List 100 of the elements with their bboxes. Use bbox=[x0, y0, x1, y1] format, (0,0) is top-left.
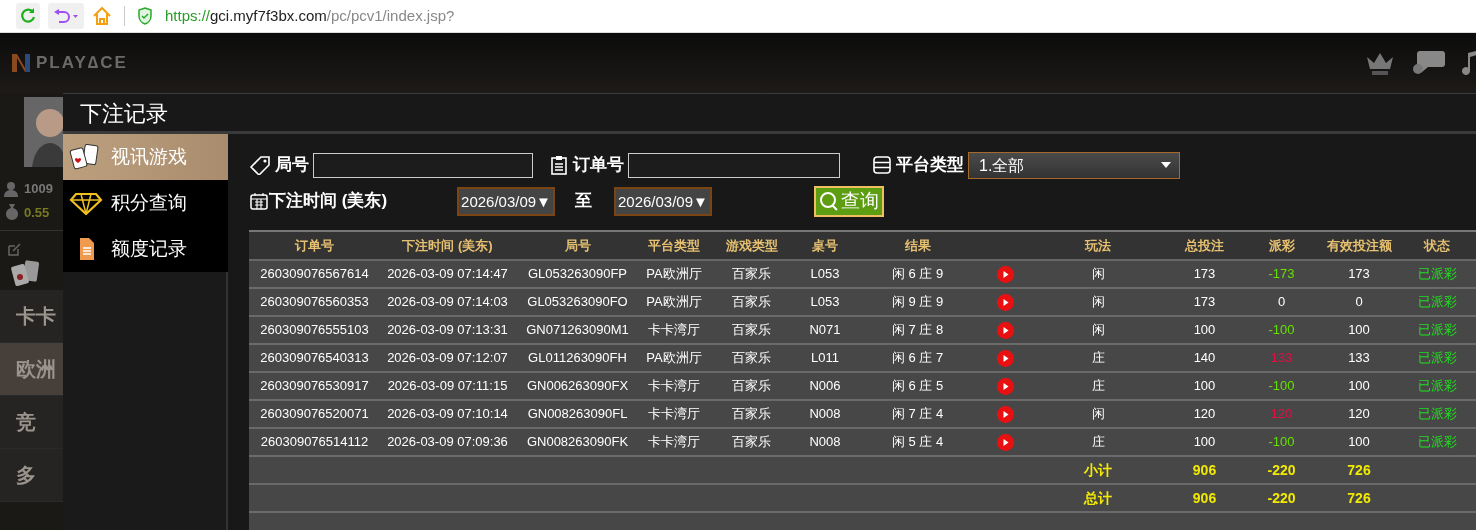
total-bet: 173 bbox=[1193, 294, 1216, 310]
order-field[interactable] bbox=[628, 152, 840, 178]
round-label: 局号 bbox=[275, 154, 309, 177]
total-bet: 173 bbox=[1193, 266, 1216, 282]
bet-time: 2026-03-09 07:11:15 bbox=[387, 378, 508, 394]
game-type: 百家乐 bbox=[732, 434, 771, 450]
total-bet: 100 bbox=[1193, 434, 1216, 450]
order-number: 260309076555103 bbox=[260, 322, 369, 338]
bet-time: 2026-03-09 07:14:03 bbox=[387, 294, 508, 310]
status: 已派彩 bbox=[1417, 266, 1457, 282]
round-number: GN008263090FL bbox=[527, 406, 628, 422]
bet-option: 庄 bbox=[1091, 378, 1105, 394]
user-icon bbox=[4, 180, 20, 197]
status: 已派彩 bbox=[1417, 378, 1457, 394]
menu-tab[interactable]: 额度记录 bbox=[63, 226, 228, 272]
undo-icon bbox=[53, 8, 79, 24]
platform-type: PA欧洲厅 bbox=[646, 266, 702, 282]
play-icon[interactable] bbox=[996, 406, 1014, 424]
bet-option: 闲 bbox=[1091, 322, 1105, 338]
address-bar-url[interactable]: https://gci.myf7f3bx.com/pc/pcv1/index.jsp? bbox=[165, 4, 455, 28]
result: 闲 6 庄 9 bbox=[891, 266, 944, 282]
status: 已派彩 bbox=[1417, 434, 1457, 450]
platform-select[interactable]: 1.全部 bbox=[968, 151, 1180, 179]
status: 已派彩 bbox=[1417, 322, 1457, 338]
total-bet: 100 bbox=[1193, 322, 1216, 338]
start-date-select[interactable]: 2026/03/09▼ bbox=[457, 186, 555, 216]
valid-bet: 133 bbox=[1348, 350, 1370, 366]
total-payout: -220 bbox=[1267, 489, 1296, 506]
game-type: 百家乐 bbox=[732, 378, 771, 394]
table-number: L053 bbox=[810, 266, 840, 282]
search-icon bbox=[818, 191, 839, 211]
round-number: GN006263090FX bbox=[526, 378, 629, 394]
table-number: L053 bbox=[810, 294, 840, 310]
column-header: 下注时间 (美东) bbox=[402, 237, 493, 253]
bet-time: 2026-03-09 07:13:31 bbox=[387, 322, 508, 338]
refresh-button[interactable] bbox=[16, 3, 40, 29]
play-icon[interactable] bbox=[996, 434, 1014, 452]
bet-option: 庄 bbox=[1091, 434, 1105, 450]
game-type: 百家乐 bbox=[732, 266, 771, 282]
back-button[interactable] bbox=[48, 3, 84, 29]
play-icon[interactable] bbox=[996, 322, 1014, 340]
valid-bet: 100 bbox=[1348, 322, 1370, 338]
result: 闲 7 庄 4 bbox=[891, 406, 944, 422]
total-label: 小计 bbox=[1084, 461, 1112, 478]
user-id: 1009 bbox=[24, 180, 53, 198]
to-label: 至 bbox=[574, 190, 592, 213]
play-icon[interactable] bbox=[996, 350, 1014, 368]
bet-time: 2026-03-09 07:14:47 bbox=[387, 266, 508, 282]
result: 闲 6 庄 7 bbox=[891, 350, 944, 366]
refresh-icon bbox=[19, 7, 37, 25]
valid-bet: 120 bbox=[1348, 406, 1370, 422]
shield-icon bbox=[137, 7, 153, 25]
total-label: 总计 bbox=[1084, 489, 1112, 506]
result: 闲 5 庄 4 bbox=[891, 434, 944, 450]
clipboard-icon bbox=[549, 155, 569, 175]
menu-item[interactable]: 多 bbox=[16, 460, 36, 490]
order-label: 订单号 bbox=[573, 154, 624, 177]
table-number: N008 bbox=[809, 406, 841, 422]
round-number: GN008263090FK bbox=[526, 434, 629, 450]
column-header: 派彩 bbox=[1268, 237, 1295, 253]
balance: 0.55 bbox=[24, 203, 50, 222]
valid-bet: 100 bbox=[1348, 434, 1370, 450]
valid-bet: 0 bbox=[1355, 294, 1363, 310]
music-icon[interactable] bbox=[1462, 49, 1476, 77]
dialog-title: 下注记录 bbox=[63, 94, 1476, 134]
round-number: GL053263090FO bbox=[527, 294, 628, 310]
chat-icon[interactable] bbox=[1412, 49, 1446, 77]
logo-text: PLAY∆CE bbox=[36, 52, 128, 75]
bet-option: 庄 bbox=[1091, 350, 1105, 366]
payout: 133 bbox=[1270, 350, 1293, 366]
diamond-icon bbox=[69, 191, 103, 215]
end-date-select[interactable]: 2026/03/09▼ bbox=[613, 186, 712, 216]
platform-type: 卡卡湾厅 bbox=[648, 378, 700, 394]
play-icon[interactable] bbox=[996, 266, 1014, 284]
total-bet: 120 bbox=[1193, 406, 1216, 422]
column-header: 结果 bbox=[904, 237, 931, 253]
menu-tab[interactable]: 积分查询 bbox=[63, 180, 228, 226]
platform-type: 卡卡湾厅 bbox=[648, 434, 700, 450]
play-icon[interactable] bbox=[996, 378, 1014, 396]
total-valid-bet: 726 bbox=[1347, 489, 1371, 506]
round-field[interactable] bbox=[313, 152, 533, 178]
valid-bet: 100 bbox=[1348, 378, 1370, 394]
round-number: GL053263090FP bbox=[528, 266, 627, 282]
result: 闲 6 庄 5 bbox=[891, 378, 944, 394]
bet-option: 闲 bbox=[1091, 406, 1105, 422]
valid-bet: 173 bbox=[1348, 266, 1370, 282]
platform-label: 平台类型 bbox=[896, 154, 964, 177]
order-number: 260309076514112 bbox=[260, 434, 369, 450]
column-header: 桌号 bbox=[812, 237, 838, 253]
table-number: N071 bbox=[809, 322, 841, 338]
order-number: 260309076567614 bbox=[260, 266, 369, 282]
edit-icon[interactable] bbox=[8, 243, 21, 257]
platform-type: 卡卡湾厅 bbox=[648, 406, 700, 422]
menu-item[interactable]: 竞 bbox=[16, 407, 36, 437]
bet-option: 闲 bbox=[1091, 266, 1105, 282]
game-type: 百家乐 bbox=[732, 350, 771, 366]
total-bet: 906 bbox=[1192, 489, 1217, 506]
caret-icon bbox=[1161, 162, 1171, 168]
play-icon[interactable] bbox=[996, 294, 1014, 312]
round-number: GL011263090FH bbox=[528, 350, 627, 366]
